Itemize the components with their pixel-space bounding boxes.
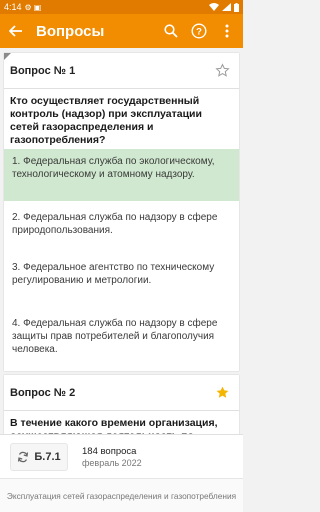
question-card: Вопрос № 1 Кто осуществляет государствен…: [4, 53, 239, 371]
signal-icon: [222, 3, 231, 11]
sync-icon: [18, 451, 29, 462]
question-header: Вопрос № 1: [4, 53, 239, 89]
favorite-button[interactable]: [213, 62, 231, 80]
help-button[interactable]: ?: [187, 14, 211, 48]
status-time: 4:14: [4, 2, 22, 12]
more-vert-icon: [225, 24, 229, 38]
version-button[interactable]: Б.7.1: [10, 442, 68, 471]
answer-option-correct[interactable]: 1. Федеральная служба по экологическому,…: [4, 149, 239, 201]
footer-subject: Эксплуатация сетей газораспределения и г…: [0, 478, 243, 512]
question-text: Кто осуществляет государственный контрол…: [10, 95, 202, 146]
svg-text:?: ?: [196, 26, 202, 37]
question-list[interactable]: Вопрос № 1 Кто осуществляет государствен…: [0, 48, 243, 434]
answer-option[interactable]: 3. Федеральное агентство по техническому…: [4, 255, 239, 303]
question-count: 184 вопроса: [82, 445, 137, 457]
wifi-icon: [209, 3, 219, 11]
status-bar: 4:14 ⚙ ▣: [0, 0, 243, 14]
search-icon: [164, 24, 178, 38]
corner-marker: [4, 53, 11, 60]
help-icon: ?: [191, 23, 207, 39]
battery-icon: [234, 2, 239, 12]
answer-option[interactable]: 4. Федеральная служба по надзору в сфере…: [4, 311, 239, 369]
question-set-info: 184 вопроса февраль 2022: [82, 446, 142, 468]
arrow-back-icon: [9, 25, 22, 37]
question-header: Вопрос № 2: [4, 375, 239, 411]
back-button[interactable]: [0, 14, 32, 48]
bottom-bar: Б.7.1 184 вопроса февраль 2022: [0, 434, 243, 478]
question-text: В течение какого времени организация, ос…: [10, 417, 218, 434]
more-button[interactable]: [215, 14, 239, 48]
favorite-button[interactable]: [213, 384, 231, 402]
star-outline-icon: [214, 63, 230, 77]
question-card: Вопрос № 2 В течение какого времени орга…: [4, 375, 239, 434]
search-button[interactable]: [159, 14, 183, 48]
star-filled-icon: [216, 386, 228, 398]
question-number: Вопрос № 2: [10, 386, 76, 399]
shield-icon: ▣: [33, 2, 42, 12]
question-number: Вопрос № 1: [10, 64, 76, 77]
edition-date: февраль 2022: [82, 457, 142, 468]
page-title: Вопросы: [36, 22, 105, 40]
answer-option[interactable]: 2. Федеральная служба по надзору в сфере…: [4, 205, 239, 249]
version-label: Б.7.1: [34, 450, 61, 463]
settings-icon: ⚙: [24, 2, 32, 12]
app-bar: Вопросы ?: [0, 14, 243, 48]
